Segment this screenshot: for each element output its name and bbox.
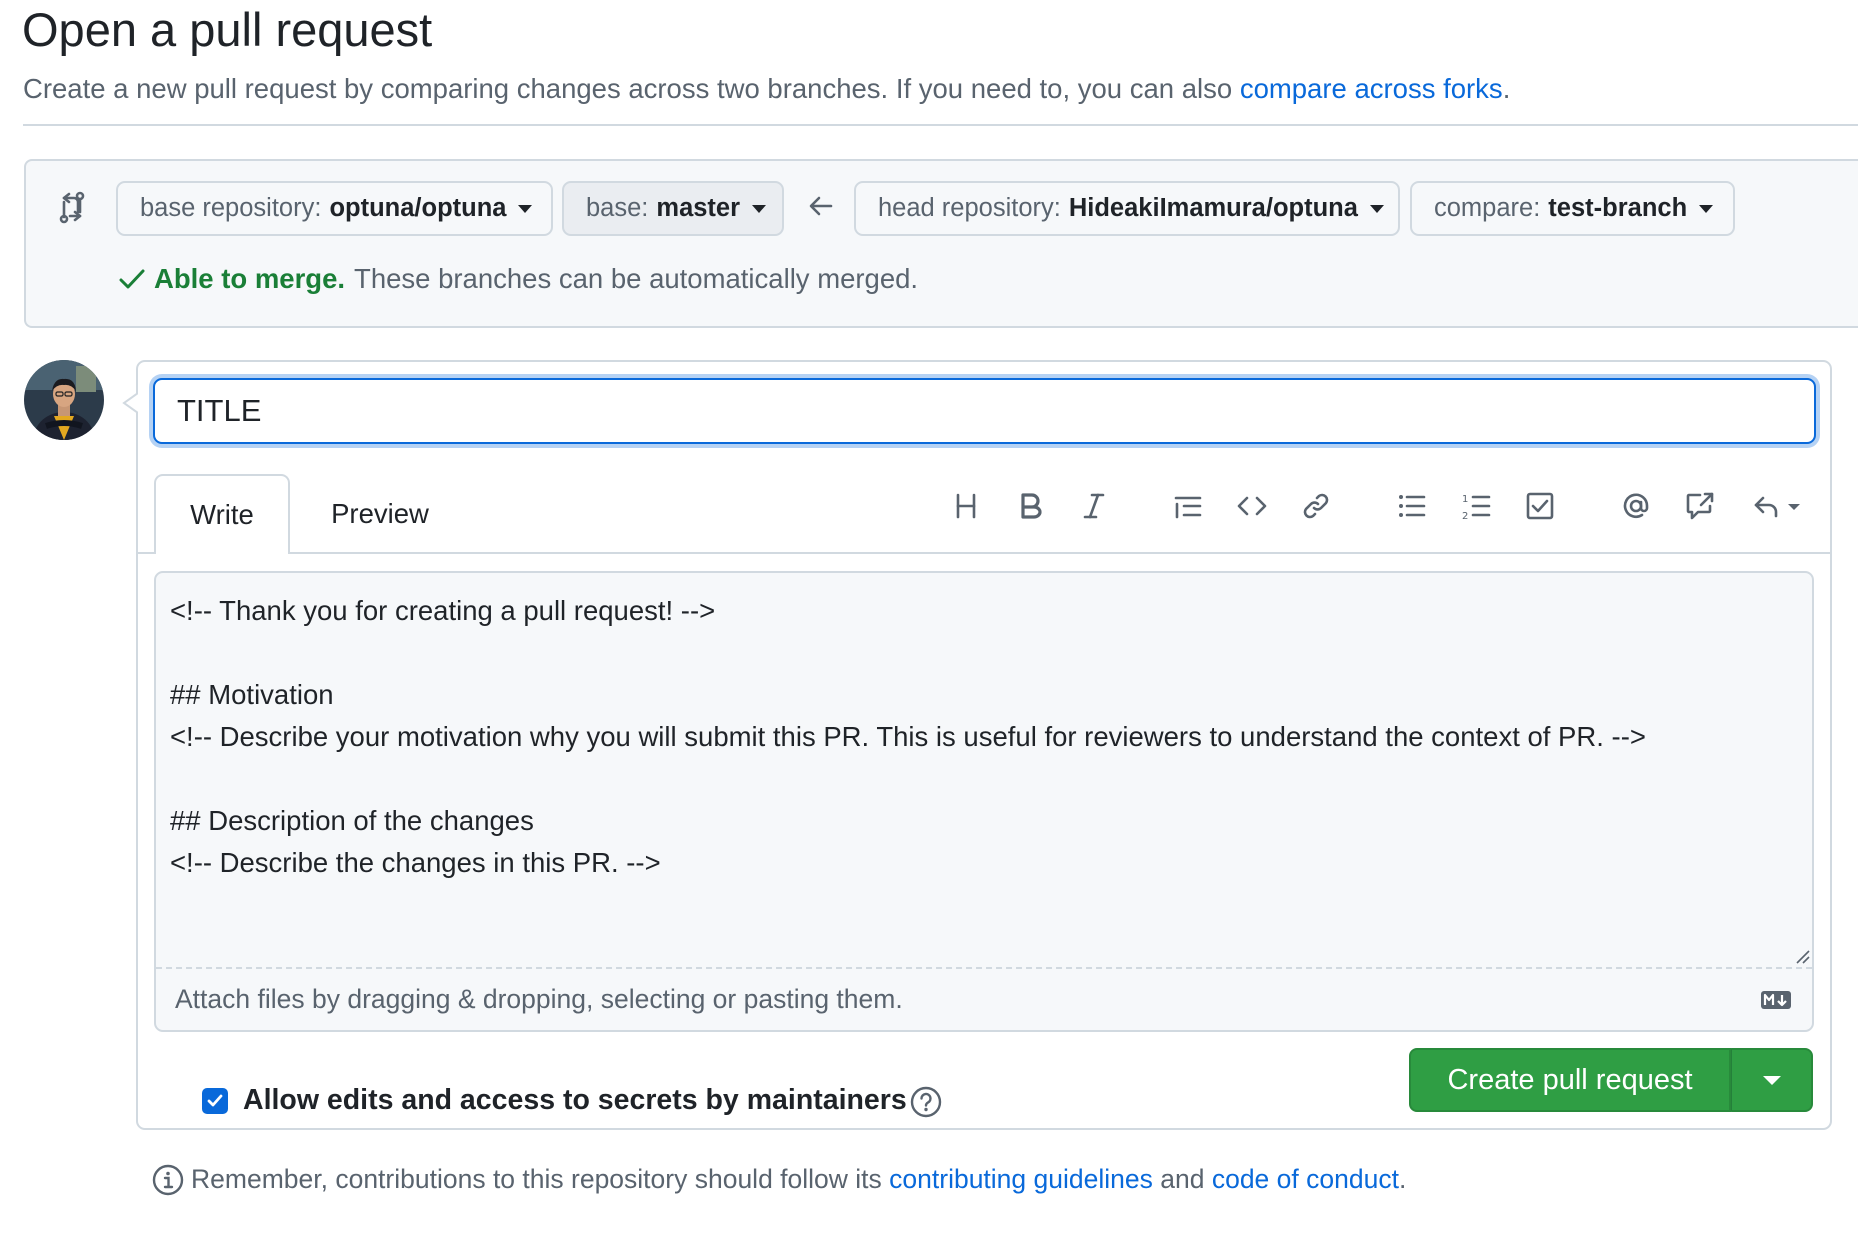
merge-status-message: These branches can be automatically merg… <box>354 263 919 294</box>
base-repository-label: base repository: <box>140 194 322 222</box>
unordered-list-button[interactable] <box>1394 488 1430 524</box>
check-icon <box>207 1094 223 1107</box>
italic-icon <box>1083 493 1105 519</box>
base-branch-label: base: <box>586 194 649 222</box>
contribution-note: Remember, contributions to this reposito… <box>191 1164 1406 1195</box>
allow-edits-checkbox[interactable] <box>202 1088 228 1114</box>
tab-write[interactable]: Write <box>154 474 290 554</box>
base-repository-select[interactable]: base repository: optuna/optuna <box>116 181 553 236</box>
contributing-guidelines-link[interactable]: contributing guidelines <box>889 1164 1153 1194</box>
svg-text:1: 1 <box>1462 494 1468 505</box>
base-repository-value: optuna/optuna <box>329 194 507 222</box>
reply-button[interactable] <box>1748 488 1808 524</box>
link-icon <box>1303 493 1329 519</box>
tab-preview[interactable]: Preview <box>310 474 450 554</box>
title-input[interactable] <box>153 378 1816 444</box>
head-repository-value: HideakiImamura/optuna <box>1068 194 1358 222</box>
bold-icon <box>1021 493 1042 519</box>
info-icon <box>152 1164 184 1196</box>
task-list-button[interactable] <box>1522 488 1558 524</box>
subtitle-end: . <box>1502 73 1511 104</box>
question-icon[interactable] <box>910 1086 942 1118</box>
note-suffix: . <box>1398 1164 1407 1194</box>
mention-button[interactable] <box>1618 488 1654 524</box>
body-textarea[interactable]: <!-- Thank you for creating a pull reque… <box>170 590 1790 960</box>
reference-icon <box>1686 492 1714 520</box>
bold-button[interactable] <box>1012 488 1048 524</box>
compare-branch-value: test-branch <box>1548 194 1688 222</box>
heading-button[interactable] <box>948 488 984 524</box>
code-of-conduct-link[interactable]: code of conduct <box>1212 1164 1399 1194</box>
base-branch-select[interactable]: base: master <box>562 181 784 236</box>
reply-icon <box>1754 496 1800 518</box>
create-pull-request-button[interactable]: Create pull request <box>1409 1048 1731 1112</box>
heading-icon <box>956 493 976 519</box>
caret-down-icon <box>1699 204 1714 213</box>
subtitle-text: Create a new pull request by comparing c… <box>23 73 1240 104</box>
svg-text:2: 2 <box>1462 511 1468 522</box>
italic-button[interactable] <box>1076 488 1112 524</box>
page-title: Open a pull request <box>22 3 433 56</box>
header-divider <box>23 124 1858 126</box>
quote-icon <box>1174 496 1202 519</box>
caret-down-icon <box>1762 1075 1781 1085</box>
compare-forks-link[interactable]: compare across forks <box>1240 73 1503 104</box>
caret-down-icon <box>1369 204 1384 213</box>
base-branch-value: master <box>656 194 741 222</box>
head-repository-select[interactable]: head repository: HideakiImamura/optuna <box>854 181 1400 236</box>
allow-edits-label[interactable]: Allow edits and access to secrets by mai… <box>243 1084 907 1117</box>
arrow-left-icon <box>809 196 833 216</box>
resize-grip-icon[interactable] <box>1794 948 1810 964</box>
markdown-icon[interactable] <box>1760 990 1792 1010</box>
reference-button[interactable] <box>1682 488 1718 524</box>
ordered-list-button[interactable]: 12 <box>1458 488 1494 524</box>
unordered-list-icon <box>1399 495 1426 517</box>
head-repository-label: head repository: <box>878 194 1061 222</box>
attach-files-hint[interactable]: Attach files by dragging & dropping, sel… <box>175 984 903 1015</box>
code-icon <box>1237 496 1267 516</box>
caret-down-icon <box>752 204 767 213</box>
create-options-dropdown[interactable] <box>1731 1048 1813 1112</box>
code-button[interactable] <box>1234 488 1270 524</box>
note-middle: and <box>1152 1164 1212 1194</box>
quote-button[interactable] <box>1170 488 1206 524</box>
check-icon <box>119 269 145 289</box>
comment-pointer <box>122 393 138 413</box>
ordered-list-icon: 12 <box>1462 494 1491 522</box>
merge-status: Able to merge. These branches can be aut… <box>118 263 918 295</box>
compare-branch-label: compare: <box>1434 194 1541 222</box>
mention-icon <box>1623 493 1649 519</box>
compare-branch-select[interactable]: compare: test-branch <box>1410 181 1735 236</box>
caret-down-icon <box>518 204 533 213</box>
page-subtitle: Create a new pull request by comparing c… <box>23 71 1510 107</box>
task-list-icon <box>1526 492 1554 520</box>
avatar[interactable] <box>24 360 104 440</box>
avatar-image <box>24 360 104 440</box>
note-prefix: Remember, contributions to this reposito… <box>191 1164 890 1194</box>
link-button[interactable] <box>1298 488 1334 524</box>
merge-status-title: Able to merge. <box>154 263 346 294</box>
attach-divider <box>156 967 1812 969</box>
git-compare-icon <box>59 191 85 224</box>
